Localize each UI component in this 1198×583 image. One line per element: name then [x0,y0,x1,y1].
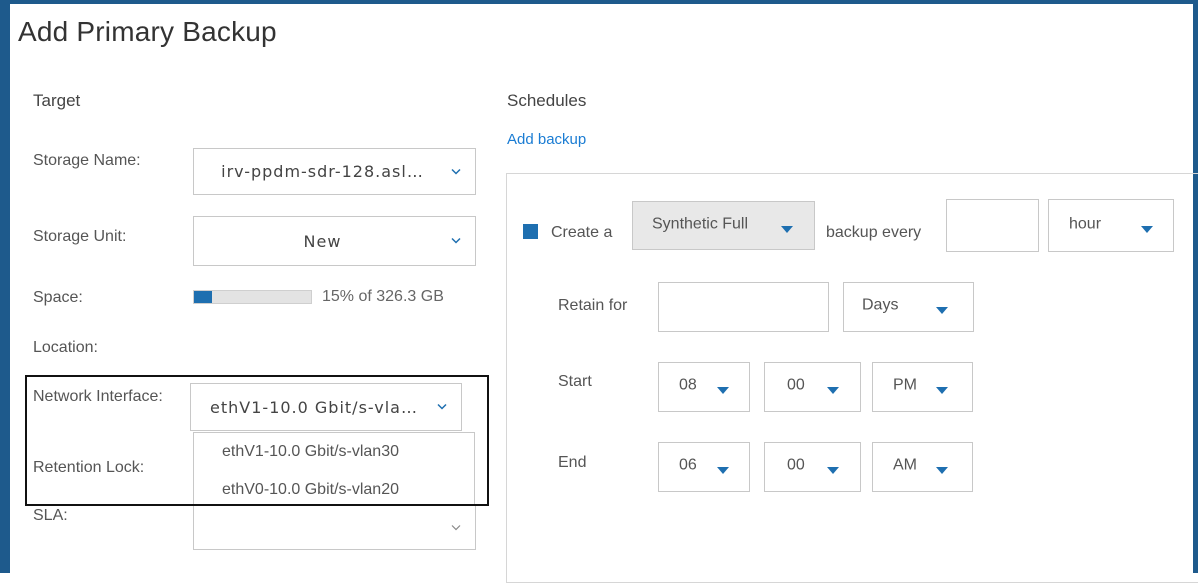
chevron-down-icon [451,168,461,175]
schedule-checkbox[interactable] [523,224,538,239]
caret-down-icon [717,467,729,474]
start-minute-value: 00 [787,376,805,394]
backup-type-select[interactable]: Synthetic Full [632,201,815,250]
caret-down-icon [827,387,839,394]
target-heading: Target [33,91,81,110]
caret-down-icon [1141,226,1153,233]
caret-down-icon [936,307,948,314]
space-usage-text: 15% of 326.3 GB [322,288,444,305]
location-label: Location: [33,339,98,356]
schedules-heading: Schedules [507,91,587,110]
caret-down-icon [936,387,948,394]
end-hour-value: 06 [679,456,697,474]
space-usage-fill [194,291,212,303]
retain-for-label: Retain for [558,297,628,314]
space-label: Space: [33,289,83,306]
end-ampm-value: AM [893,456,917,474]
storage-unit-label: Storage Unit: [33,228,127,245]
sla-value [194,506,451,549]
caret-down-icon [781,226,793,233]
backup-type-value: Synthetic Full [652,215,749,233]
retain-unit-select[interactable]: Days [843,282,974,332]
sla-label: SLA: [33,507,68,524]
chevron-down-icon [451,524,461,530]
every-unit-value: hour [1069,215,1102,233]
caret-down-icon [717,387,729,394]
chevron-down-icon [451,237,461,244]
storage-unit-select[interactable]: New [193,216,476,266]
storage-name-value: irv-ppdm-sdr-128.asl… [221,162,424,181]
caret-down-icon [936,467,948,474]
end-label: End [558,454,587,471]
backup-every-label: backup every [826,224,922,241]
end-hour-select[interactable]: 06 [658,442,750,492]
every-value-input[interactable] [946,199,1039,252]
start-hour-value: 08 [679,376,697,394]
storage-name-label: Storage Name: [33,152,141,169]
start-ampm-select[interactable]: PM [872,362,973,412]
every-unit-select[interactable]: hour [1048,199,1174,252]
start-label: Start [558,373,592,390]
storage-name-select[interactable]: irv-ppdm-sdr-128.asl… [193,148,476,195]
retain-value-input[interactable] [658,282,829,332]
start-ampm-value: PM [893,376,917,394]
retain-unit-value: Days [862,296,899,314]
start-hour-select[interactable]: 08 [658,362,750,412]
create-a-label: Create a [551,224,613,241]
storage-unit-value: New [303,231,342,251]
start-minute-select[interactable]: 00 [764,362,861,412]
end-minute-value: 00 [787,456,805,474]
highlight-box [25,375,489,506]
end-minute-select[interactable]: 00 [764,442,861,492]
sla-select[interactable] [193,506,476,550]
end-ampm-select[interactable]: AM [872,442,973,492]
dialog-title: Add Primary Backup [18,16,277,47]
add-backup-link[interactable]: Add backup [507,131,586,148]
space-usage-bar [193,290,312,304]
caret-down-icon [827,467,839,474]
